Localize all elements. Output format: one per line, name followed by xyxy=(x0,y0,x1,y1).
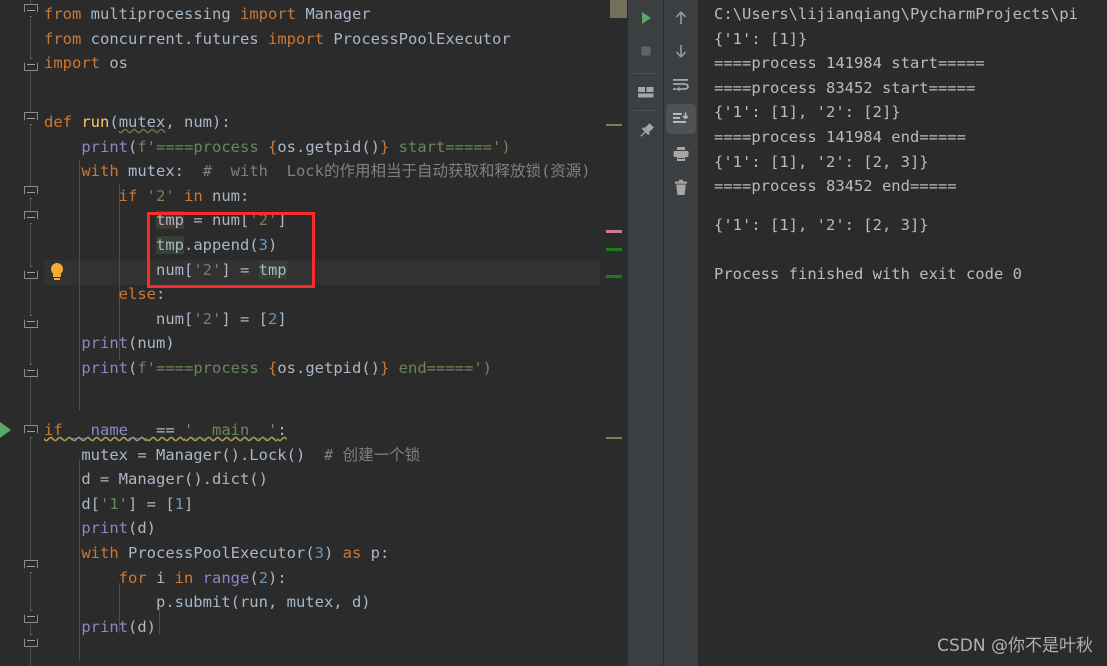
csdn-watermark: CSDN @你不是叶秋 xyxy=(937,636,1093,656)
code-editor-pane[interactable]: from multiprocessing import Manager from… xyxy=(0,0,628,666)
soft-wrap-button[interactable] xyxy=(666,70,696,100)
arrow-down-icon xyxy=(675,45,687,58)
marker-added[interactable] xyxy=(606,275,622,278)
code-line-22[interactable]: d['1'] = [1] xyxy=(0,492,600,517)
marker-added[interactable] xyxy=(606,248,622,251)
arrow-up-icon xyxy=(675,11,687,24)
console-line-1[interactable]: C:\Users\lijianqiang\PycharmProjects\pi xyxy=(714,2,1078,27)
code-line-13[interactable]: else: xyxy=(0,282,600,307)
code-line-8[interactable]: with mutex: # with Lock的作用相当于自动获取和释放锁(资源… xyxy=(0,159,600,184)
printer-icon xyxy=(673,147,689,161)
code-line-16[interactable]: print(f'====process {os.getpid()} end===… xyxy=(0,356,600,381)
stop-button[interactable] xyxy=(631,36,661,66)
console-line-7[interactable]: {'1': [1], '2': [2, 3]} xyxy=(714,150,929,175)
code-line-17[interactable] xyxy=(0,381,600,406)
marker-change[interactable] xyxy=(606,124,622,126)
code-line-2[interactable]: from concurrent.futures import ProcessPo… xyxy=(0,27,600,52)
code-line-9[interactable]: if '2' in num: xyxy=(0,184,600,209)
code-line-4[interactable] xyxy=(0,76,600,101)
pin-tab-button[interactable] xyxy=(631,116,661,146)
code-line-7[interactable]: print(f'====process {os.getpid()} start=… xyxy=(0,135,600,160)
editor-scrollbar-thumb[interactable] xyxy=(610,0,627,18)
code-line-14[interactable]: num['2'] = [2] xyxy=(0,307,600,332)
console-line-2[interactable]: {'1': [1]} xyxy=(714,27,807,52)
scroll-to-end-icon xyxy=(673,112,689,123)
code-line-26[interactable]: p.submit(run, mutex, d) xyxy=(0,590,600,615)
console-line-5[interactable]: {'1': [1], '2': [2]} xyxy=(714,100,901,125)
rerun-button[interactable] xyxy=(631,3,661,33)
marker-change[interactable] xyxy=(606,437,622,439)
code-line-11[interactable]: tmp.append(3) xyxy=(0,233,600,258)
marker-warning[interactable] xyxy=(606,230,622,233)
run-console-output[interactable]: C:\Users\lijianqiang\PycharmProjects\pi … xyxy=(698,0,1107,666)
code-line-6[interactable]: def run(mutex, num): xyxy=(0,110,600,135)
code-line-20[interactable]: mutex = Manager().Lock() # 创建一个锁 xyxy=(0,443,600,468)
console-line-9[interactable]: {'1': [1], '2': [2, 3]} xyxy=(714,213,929,238)
print-button[interactable] xyxy=(666,139,696,169)
console-line-3[interactable]: ====process 141984 start===== xyxy=(714,51,985,76)
play-icon xyxy=(642,12,651,24)
code-line-25[interactable]: for i in range(2): xyxy=(0,566,600,591)
clear-all-button[interactable] xyxy=(666,173,696,203)
code-line-15[interactable]: print(num) xyxy=(0,331,600,356)
console-text[interactable]: C:\Users\lijianqiang\PycharmProjects\pi … xyxy=(714,0,1078,320)
editor-marker-bar[interactable] xyxy=(600,0,628,666)
pycharm-window: from multiprocessing import Manager from… xyxy=(0,0,1107,666)
down-arrow-button[interactable] xyxy=(666,36,696,66)
code-line-19[interactable]: if __name__ == '__main__': xyxy=(0,418,600,443)
code-line-1[interactable]: from multiprocessing import Manager xyxy=(0,2,600,27)
console-line-11[interactable]: Process finished with exit code 0 xyxy=(714,262,1022,287)
layout-icon xyxy=(638,87,654,98)
stop-icon xyxy=(641,46,651,56)
console-line-4[interactable]: ====process 83452 start===== xyxy=(714,76,975,101)
code-line-23[interactable]: print(d) xyxy=(0,516,600,541)
code-line-27[interactable]: print(d) xyxy=(0,615,600,640)
console-line-6[interactable]: ====process 141984 end===== xyxy=(714,125,966,150)
scroll-to-end-button[interactable] xyxy=(666,104,696,134)
code-line-24[interactable]: with ProcessPoolExecutor(3) as p: xyxy=(0,541,600,566)
up-arrow-button[interactable] xyxy=(666,3,696,33)
soft-wrap-icon xyxy=(673,79,689,92)
code-text[interactable]: from multiprocessing import Manager from… xyxy=(0,0,600,666)
toolbar-separator xyxy=(633,73,657,74)
toolbar-divider xyxy=(663,0,664,666)
pin-icon xyxy=(640,123,654,137)
layout-button[interactable] xyxy=(631,77,661,107)
run-console-toolbar[interactable] xyxy=(628,0,698,666)
code-line-3[interactable]: import os xyxy=(0,51,600,76)
code-line-12[interactable]: num['2'] = tmp xyxy=(0,258,600,283)
console-line-8[interactable]: ====process 83452 end===== xyxy=(714,174,957,199)
code-line-21[interactable]: d = Manager().dict() xyxy=(0,467,600,492)
trash-icon xyxy=(675,179,687,195)
code-line-10[interactable]: tmp = num['2'] xyxy=(0,208,600,233)
toolbar-separator xyxy=(633,110,657,111)
